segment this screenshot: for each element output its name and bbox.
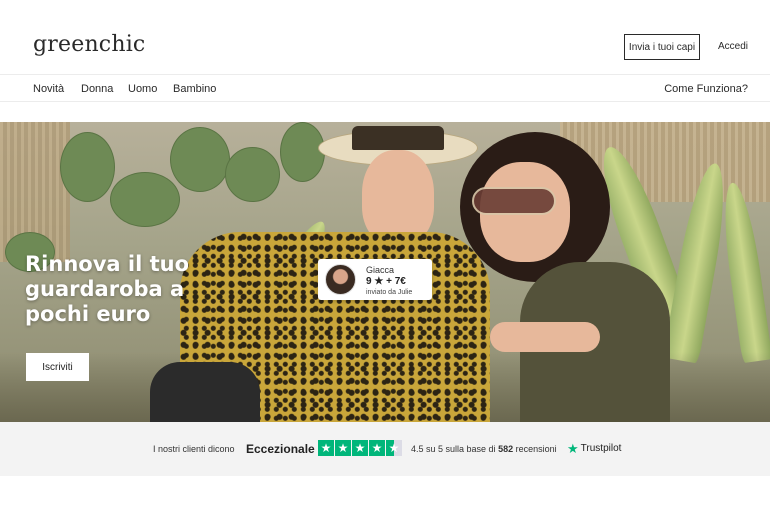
hero-banner: Rinnova il tuo guardaroba a pochi euro I… [0, 122, 770, 422]
send-items-button[interactable]: Invia i tuoi capi [624, 34, 700, 60]
trust-lead-text: I nostri clienti dicono [153, 444, 235, 454]
star-icon: ★ [369, 440, 385, 456]
star-icon: ★ [335, 440, 351, 456]
cactus-pad [170, 127, 230, 192]
score-prefix: 4.5 su 5 sulla base di [411, 444, 496, 454]
hero-title: Rinnova il tuo guardaroba a pochi euro [25, 252, 189, 326]
trust-stars[interactable]: ★ ★ ★ ★ ★ [318, 440, 402, 456]
star-icon: ★ [352, 440, 368, 456]
cactus-pad [280, 122, 325, 182]
agave-leaf [717, 180, 770, 364]
avatar [325, 264, 356, 295]
subscribe-button[interactable]: Iscriviti [26, 353, 89, 381]
arm-right [490, 322, 600, 352]
score-suffix: recensioni [515, 444, 557, 454]
sunglasses [472, 187, 556, 215]
trustpilot-star-icon: ★ [567, 441, 579, 456]
cactus-pad [225, 147, 280, 202]
dark-trousers [150, 362, 260, 422]
cactus-pad [110, 172, 180, 227]
half-star-icon: ★ [386, 440, 402, 456]
review-count: 582 [498, 444, 514, 454]
trust-score-text[interactable]: 4.5 su 5 sulla base di 582 recensioni [411, 444, 557, 454]
item-price: 9 ★ + 7€ [366, 276, 406, 287]
login-link[interactable]: Accedi [718, 41, 748, 52]
trustpilot-logo[interactable]: ★ Trustpilot [567, 442, 621, 455]
item-card[interactable]: Giacca 9 ★ + 7€ inviato da Julie [318, 259, 432, 300]
cactus-pad [60, 132, 115, 202]
greenchic-logo[interactable]: greenchic [33, 32, 145, 57]
site-header: greenchic Invia i tuoi capi Accedi [0, 0, 770, 74]
trustpilot-bar: I nostri clienti dicono Eccezionale ★ ★ … [0, 422, 770, 476]
item-sender: inviato da Julie [366, 289, 413, 296]
nav-item-uomo[interactable]: Uomo [128, 83, 157, 95]
face-left [362, 150, 434, 245]
hat-crown [352, 126, 444, 150]
trustpilot-brand: Trustpilot [580, 443, 622, 454]
main-nav: Novità Donna Uomo Bambino Come Funziona? [0, 74, 770, 102]
nav-item-novita[interactable]: Novità [33, 83, 64, 95]
star-icon: ★ [318, 440, 334, 456]
how-it-works-link[interactable]: Come Funziona? [664, 83, 748, 95]
nav-item-donna[interactable]: Donna [81, 83, 113, 95]
nav-item-bambino[interactable]: Bambino [173, 83, 216, 95]
trust-rating-word: Eccezionale [246, 442, 315, 456]
item-name: Giacca [366, 265, 395, 275]
